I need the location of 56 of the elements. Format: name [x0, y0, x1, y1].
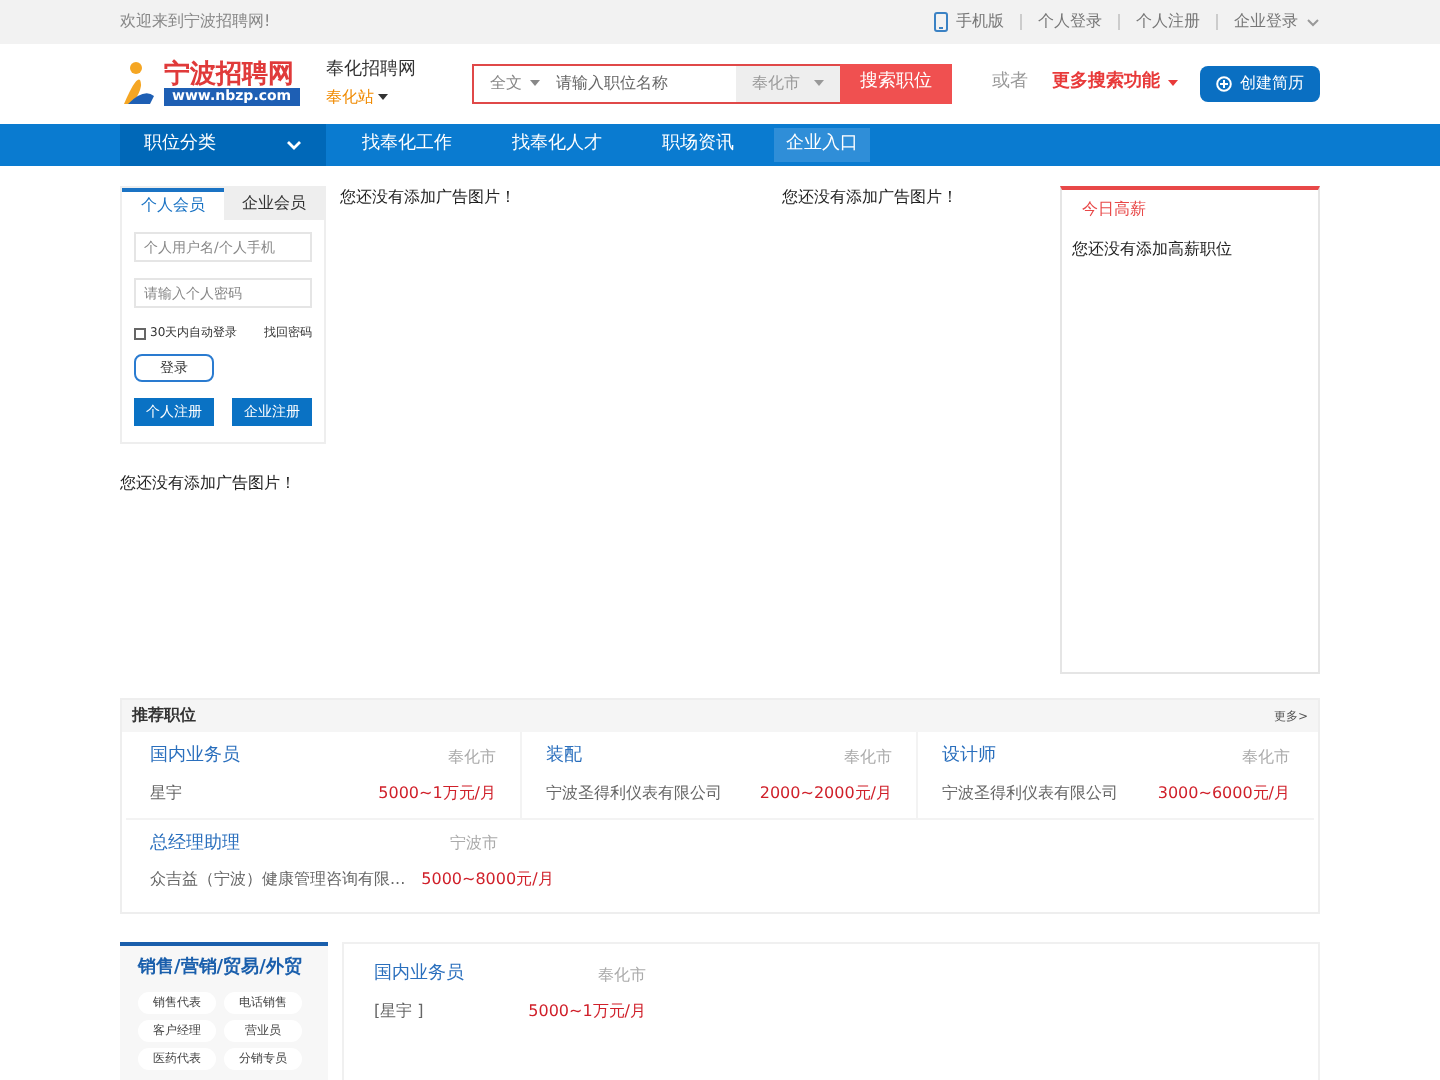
- nav-link[interactable]: 找奉化工作: [362, 131, 452, 159]
- top-link[interactable]: 手机版: [956, 10, 1004, 34]
- chevron-icon: [286, 140, 302, 150]
- ad-placeholder-text: 您还没有添加广告图片！: [340, 186, 518, 210]
- job-title[interactable]: 装配: [546, 744, 582, 771]
- company-name: [星宇 ]: [374, 999, 424, 1023]
- ad-placeholder-text: 您还没有添加广告图片！: [120, 472, 298, 496]
- job-city: 奉化市: [598, 963, 646, 988]
- company-name: 宁波圣得利仪表有限公司: [942, 781, 1118, 805]
- job-city: 奉化市: [1242, 745, 1290, 770]
- salary: 2000~2000元/月: [759, 781, 892, 805]
- more-search-button[interactable]: 更多搜索功能: [1052, 70, 1178, 98]
- salary: 5000~1万元/月: [378, 781, 496, 805]
- company-name: 众吉益（宁波）健康管理咨询有限...: [150, 868, 406, 892]
- job-city: 奉化市: [448, 745, 496, 770]
- phone-icon: [934, 12, 948, 32]
- top-link[interactable]: 个人注册: [1136, 10, 1200, 34]
- category-title: 销售/营销/贸易/外贸: [138, 956, 304, 982]
- salary: 5000~1万元/月: [528, 999, 646, 1023]
- top-link[interactable]: 企业登录: [1234, 10, 1298, 34]
- job-city: 奉化市: [844, 745, 892, 770]
- job-title[interactable]: 总经理助理: [150, 831, 240, 858]
- nav-link[interactable]: 职场资讯: [662, 131, 734, 159]
- caret-icon: [814, 80, 824, 88]
- section-title: 推荐职位: [132, 704, 196, 728]
- job-title[interactable]: 设计师: [942, 744, 996, 771]
- station-label: 奉化站: [326, 85, 374, 110]
- search-field[interactable]: 请输入职位名称: [556, 64, 736, 104]
- high-pay-empty-text: 您还没有添加高薪职位: [1072, 238, 1235, 262]
- company-name: 宁波圣得利仪表有限公司: [546, 781, 722, 805]
- member-tab[interactable]: 企业会员: [223, 188, 324, 220]
- caret-icon: [1168, 80, 1178, 88]
- logo-figure-icon: [120, 60, 156, 108]
- plus-circle-icon: [1216, 76, 1232, 92]
- caret-icon: [378, 93, 388, 102]
- high-pay-title: 今日高薪: [1082, 198, 1149, 222]
- nav-link[interactable]: 找奉化人才: [512, 131, 602, 159]
- salary: 5000~8000元/月: [421, 868, 554, 892]
- scope-select[interactable]: 全文: [472, 64, 556, 104]
- chevron-icon: [1306, 17, 1320, 27]
- company-name: 星宇: [150, 781, 182, 805]
- salary: 3000~6000元/月: [1157, 781, 1290, 805]
- or-text: 或者: [992, 70, 1028, 97]
- category-menu[interactable]: 职位分类: [120, 124, 326, 166]
- create-resume-button[interactable]: 创建简历: [1200, 66, 1320, 102]
- ad-placeholder-text: 您还没有添加广告图片！: [782, 186, 958, 210]
- remember-checkbox[interactable]: [134, 327, 146, 339]
- welcome-text: 欢迎来到宁波招聘网!: [120, 10, 271, 34]
- top-link[interactable]: 个人登录: [1038, 10, 1102, 34]
- logo-name: 宁波招聘网: [164, 62, 296, 89]
- caret-icon: [530, 80, 540, 88]
- site-name: 奉化招聘网: [326, 58, 418, 85]
- job-title[interactable]: 国内业务员: [150, 744, 240, 771]
- job-title[interactable]: 国内业务员: [374, 962, 464, 989]
- search-button[interactable]: 搜索职位: [840, 64, 952, 104]
- job-city: 宁波市: [450, 832, 498, 857]
